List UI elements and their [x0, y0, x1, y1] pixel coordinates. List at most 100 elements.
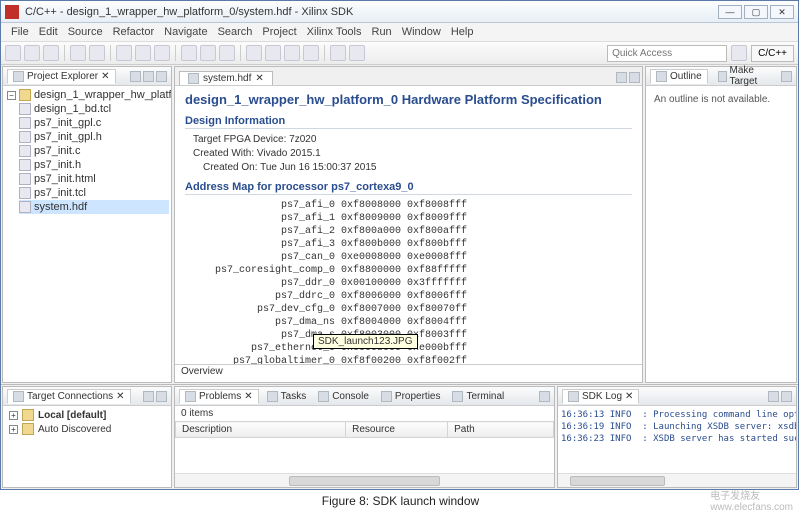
horizontal-scrollbar[interactable] [175, 473, 554, 487]
addr-map-row: ps7_afi_1 0xf8009000 0xf8009fff [203, 212, 632, 225]
debug-icon[interactable] [116, 45, 132, 61]
menu-navigate[interactable]: Navigate [160, 25, 211, 39]
menu-source[interactable]: Source [64, 25, 107, 39]
menu-file[interactable]: File [7, 25, 33, 39]
save-icon[interactable] [24, 45, 40, 61]
editor-tabs: system.hdf ✕ [175, 67, 642, 86]
addr-map-row: ps7_ddr_0 0x00100000 0x3fffffff [203, 277, 632, 290]
open-type-icon[interactable] [181, 45, 197, 61]
collapse-all-icon[interactable] [130, 71, 141, 82]
overview-tab[interactable]: Overview [175, 364, 642, 382]
application-window: C/C++ - design_1_wrapper_hw_platform_0/s… [0, 0, 799, 490]
step-icon[interactable] [284, 45, 300, 61]
hdf-file-icon [19, 201, 31, 213]
view-menu-icon[interactable] [539, 391, 550, 402]
menu-project[interactable]: Project [258, 25, 300, 39]
project-tree[interactable]: − design_1_wrapper_hw_platform_0 design_… [3, 86, 171, 382]
save-all-icon[interactable] [43, 45, 59, 61]
link-editor-icon[interactable] [143, 71, 154, 82]
file-node[interactable]: ps7_init.c [19, 144, 169, 158]
html-file-icon [19, 173, 31, 185]
menu-refactor[interactable]: Refactor [109, 25, 159, 39]
view-menu-icon[interactable] [156, 71, 167, 82]
outline-pane: Outline Make Target An outline is not av… [645, 66, 797, 383]
perspective-button[interactable]: C/C++ [751, 45, 794, 62]
build-icon[interactable] [70, 45, 86, 61]
addr-map-row: ps7_can_0 0xe0008000 0xe0008fff [203, 251, 632, 264]
outline-message: An outline is not available. [648, 88, 794, 111]
editor-body[interactable]: design_1_wrapper_hw_platform_0 Hardware … [175, 86, 642, 364]
file-node[interactable]: ps7_init.h [19, 158, 169, 172]
tab-project-explorer[interactable]: Project Explorer ✕ [7, 69, 116, 84]
search-icon[interactable] [200, 45, 216, 61]
menu-help[interactable]: Help [447, 25, 478, 39]
menu-edit[interactable]: Edit [35, 25, 62, 39]
target-item[interactable]: +Local [default] [9, 408, 165, 422]
log-line: 16:36:13 INFO : Processing command line … [561, 409, 793, 421]
addr-map-row: ps7_afi_0 0xf8008000 0xf8008fff [203, 199, 632, 212]
tab-outline[interactable]: Outline [650, 69, 708, 84]
new-icon[interactable] [5, 45, 21, 61]
back-icon[interactable] [246, 45, 262, 61]
problems-table[interactable]: Description Resource Path [175, 421, 554, 473]
step-over-icon[interactable] [303, 45, 319, 61]
expand-icon[interactable]: + [9, 425, 18, 434]
maximize-pane-icon[interactable] [629, 72, 640, 83]
menu-window[interactable]: Window [398, 25, 445, 39]
file-node[interactable]: ps7_init_gpl.h [19, 130, 169, 144]
editor-tab-system-hdf[interactable]: system.hdf ✕ [179, 71, 273, 85]
toggle-icon[interactable] [219, 45, 235, 61]
view-menu-icon[interactable] [781, 391, 792, 402]
address-map-heading: Address Map for processor ps7_cortexa9_0 [185, 181, 632, 195]
close-button[interactable]: ✕ [770, 5, 794, 19]
tab-sdk-log[interactable]: SDK Log✕ [562, 389, 639, 404]
menu-run[interactable]: Run [368, 25, 396, 39]
tab-properties[interactable]: Properties [377, 391, 445, 402]
col-resource[interactable]: Resource [346, 422, 448, 438]
gear-icon[interactable] [349, 45, 365, 61]
col-path[interactable]: Path [448, 422, 554, 438]
quick-access-input[interactable] [607, 45, 727, 62]
forward-icon[interactable] [265, 45, 281, 61]
problems-pane: Problems✕ Tasks Console Properties Termi… [174, 386, 555, 488]
file-node[interactable]: design_1_bd.tcl [19, 102, 169, 116]
minimize-button[interactable]: — [718, 5, 742, 19]
file-node[interactable]: ps7_init.html [19, 172, 169, 186]
tab-target-connections[interactable]: Target Connections ✕ [7, 389, 131, 404]
target-item[interactable]: +Auto Discovered [9, 422, 165, 436]
problems-icon [185, 391, 196, 402]
project-node[interactable]: − design_1_wrapper_hw_platform_0 [7, 88, 169, 102]
add-icon[interactable] [143, 391, 154, 402]
file-node[interactable]: ps7_init_gpl.c [19, 116, 169, 130]
target-connections-body[interactable]: +Local [default] +Auto Discovered [3, 406, 171, 487]
menu-xilinx-tools[interactable]: Xilinx Tools [303, 25, 366, 39]
run-icon[interactable] [135, 45, 151, 61]
menu-search[interactable]: Search [214, 25, 257, 39]
view-menu-icon[interactable] [781, 71, 792, 82]
sdk-log-body[interactable]: 16:36:13 INFO : Processing command line … [558, 406, 796, 473]
horizontal-scrollbar[interactable] [558, 473, 796, 487]
figure-caption: Figure 8: SDK launch window [0, 490, 801, 512]
clear-icon[interactable] [768, 391, 779, 402]
external-tools-icon[interactable] [154, 45, 170, 61]
tab-terminal[interactable]: Terminal [448, 391, 508, 402]
hw-platform-title: design_1_wrapper_hw_platform_0 Hardware … [185, 92, 632, 107]
sdk-log-pane: SDK Log✕ 16:36:13 INFO : Processing comm… [557, 386, 797, 488]
hammer-icon[interactable] [89, 45, 105, 61]
tab-tasks[interactable]: Tasks [263, 391, 311, 402]
expand-icon[interactable]: + [9, 411, 18, 420]
file-node[interactable]: ps7_init.tcl [19, 186, 169, 200]
refresh-icon[interactable] [330, 45, 346, 61]
view-menu-icon[interactable] [156, 391, 167, 402]
collapse-icon[interactable]: − [7, 91, 16, 100]
tab-console[interactable]: Console [314, 391, 373, 402]
maximize-button[interactable]: ▢ [744, 5, 768, 19]
open-perspective-icon[interactable] [731, 45, 747, 61]
project-explorer-pane: Project Explorer ✕ − design_1_w [2, 66, 172, 383]
file-node-selected[interactable]: system.hdf [19, 200, 169, 214]
minimize-pane-icon[interactable] [616, 72, 627, 83]
col-description[interactable]: Description [176, 422, 346, 438]
log-line: 16:36:23 INFO : XSDB server has started … [561, 433, 793, 445]
properties-icon [381, 391, 392, 402]
tab-problems[interactable]: Problems✕ [179, 389, 259, 404]
